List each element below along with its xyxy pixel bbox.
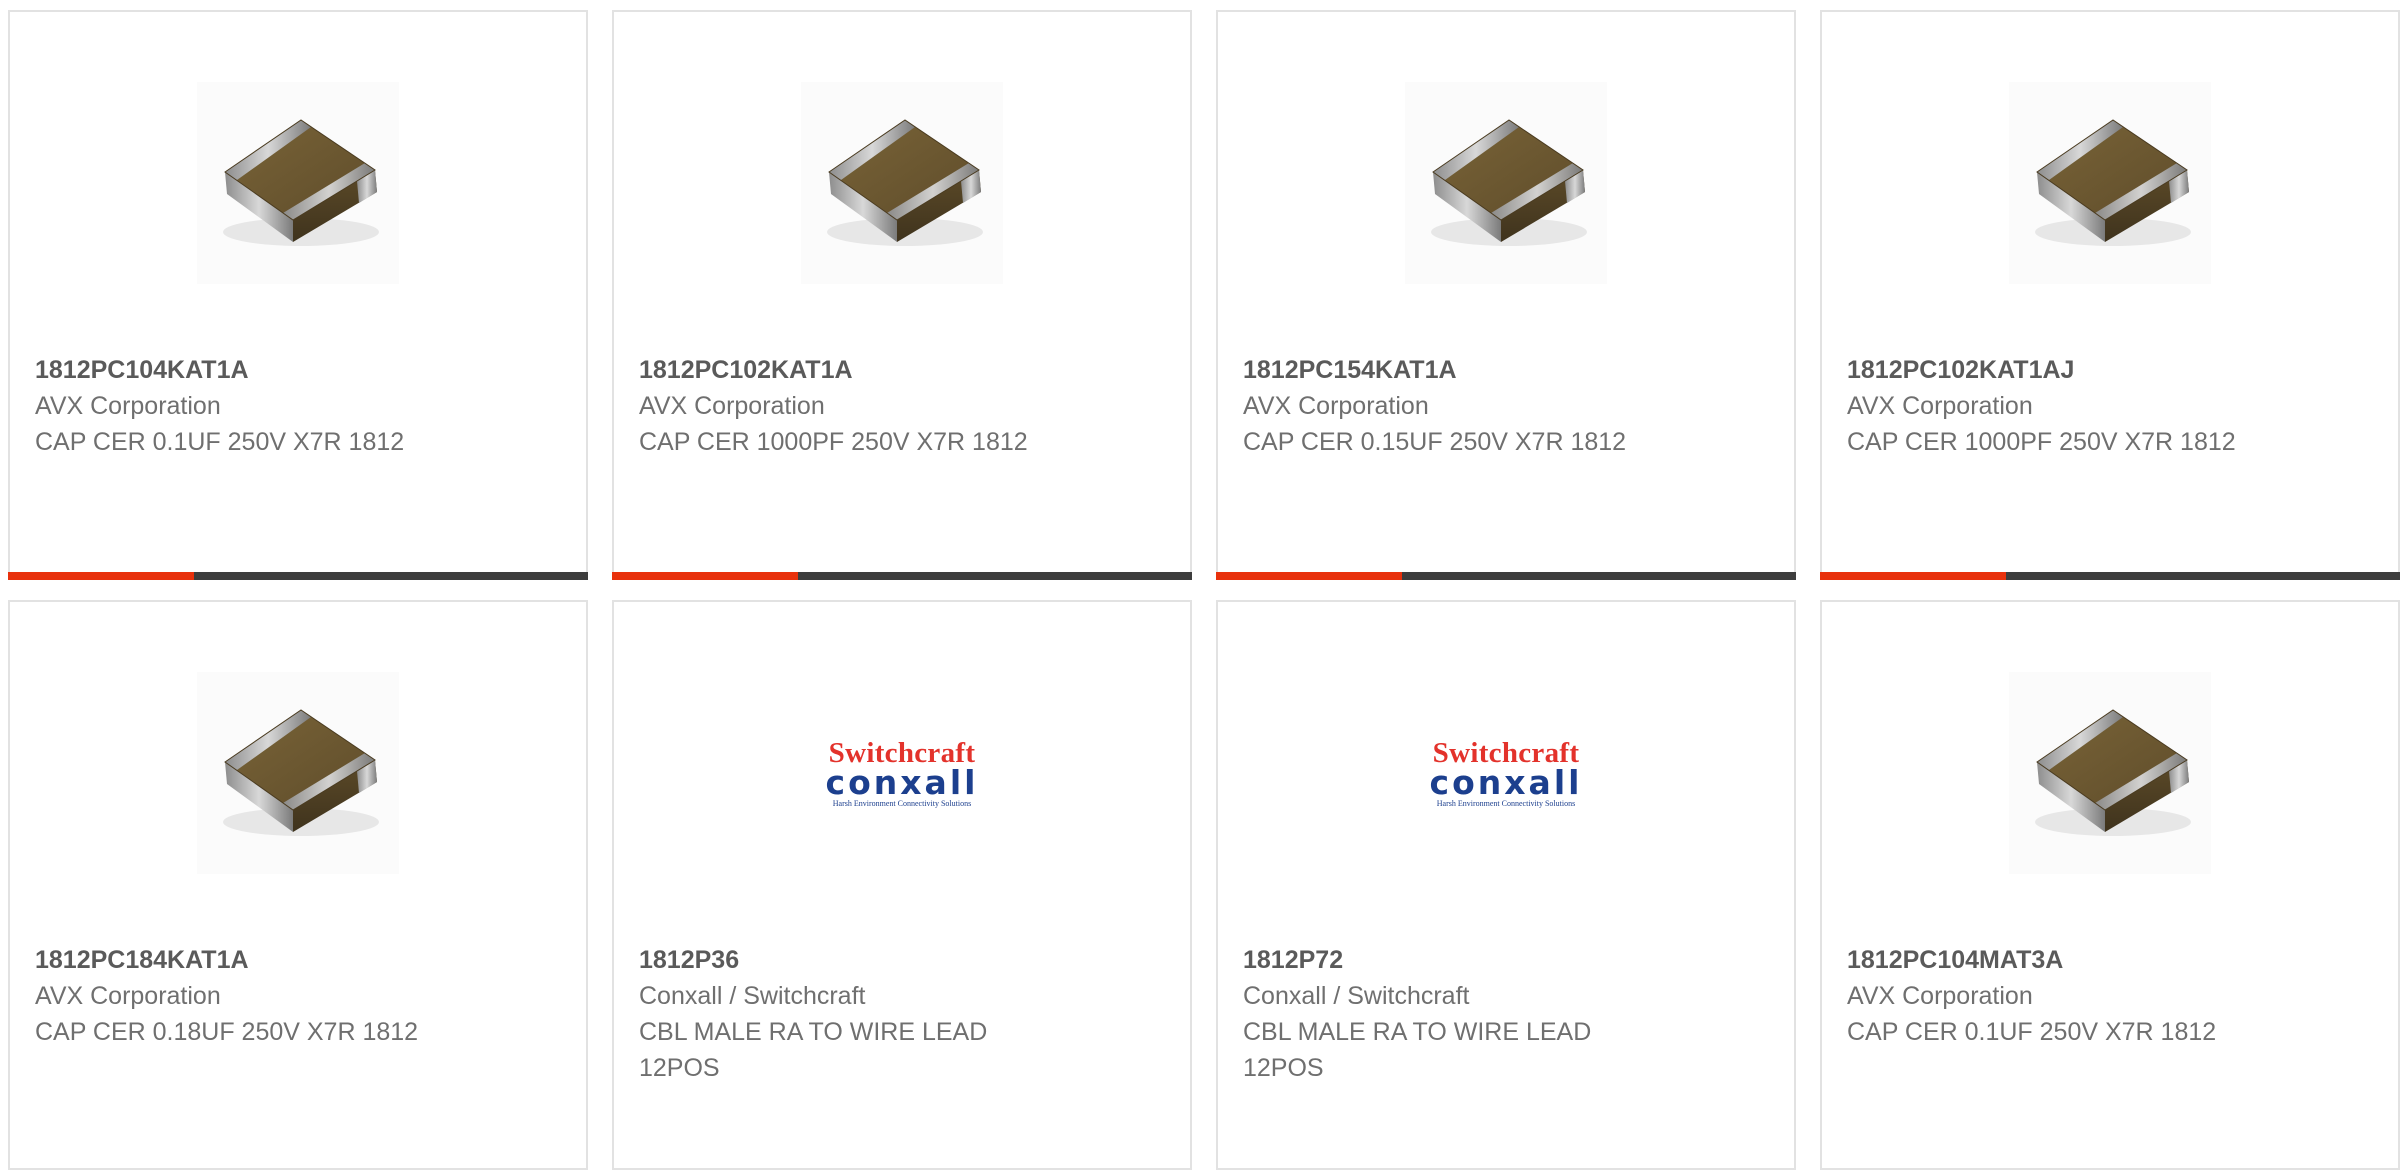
progress-fill (8, 572, 194, 580)
manufacturer: AVX Corporation (35, 392, 221, 420)
part-number[interactable]: 1812PC102KAT1AJ (1847, 352, 2267, 388)
switchcraft-conxall-logo: Switchcraft conxall Harsh Environment Co… (1405, 672, 1607, 874)
manufacturer: AVX Corporation (1847, 982, 2033, 1010)
part-number[interactable]: 1812PC184KAT1A (35, 942, 455, 978)
manufacturer: AVX Corporation (1243, 392, 1429, 420)
manufacturer: Conxall / Switchcraft (639, 982, 866, 1010)
part-number[interactable]: 1812PC104KAT1A (35, 352, 455, 388)
ceramic-capacitor-image (1405, 82, 1607, 284)
product-card[interactable]: 1812PC104MAT3A AVX Corporation CAP CER 0… (1820, 600, 2400, 1170)
progress-bar (1216, 572, 1796, 580)
product-card[interactable]: 1812PC104KAT1A AVX Corporation CAP CER 0… (8, 10, 588, 580)
manufacturer: AVX Corporation (35, 982, 221, 1010)
ceramic-capacitor-image (197, 82, 399, 284)
manufacturer: Conxall / Switchcraft (1243, 982, 1470, 1010)
progress-bar (612, 572, 1192, 580)
description: CBL MALE RA TO WIRE LEAD 12POS (639, 1018, 988, 1082)
product-card[interactable]: 1812PC102KAT1A AVX Corporation CAP CER 1… (612, 10, 1192, 580)
product-card[interactable]: 1812PC102KAT1AJ AVX Corporation CAP CER … (1820, 10, 2400, 580)
description: CAP CER 1000PF 250V X7R 1812 (639, 428, 1028, 456)
progress-fill (1820, 572, 2006, 580)
product-card[interactable]: Switchcraft conxall Harsh Environment Co… (1216, 600, 1796, 1170)
description: CAP CER 0.1UF 250V X7R 1812 (35, 428, 405, 456)
ceramic-capacitor-image (2009, 82, 2211, 284)
product-card[interactable]: 1812PC154KAT1A AVX Corporation CAP CER 0… (1216, 10, 1796, 580)
manufacturer: AVX Corporation (1847, 392, 2033, 420)
description: CAP CER 0.1UF 250V X7R 1812 (1847, 1018, 2217, 1046)
description: CAP CER 0.18UF 250V X7R 1812 (35, 1018, 419, 1046)
progress-bar (8, 572, 588, 580)
product-card[interactable]: Switchcraft conxall Harsh Environment Co… (612, 600, 1192, 1170)
product-card[interactable]: 1812PC184KAT1A AVX Corporation CAP CER 0… (8, 600, 588, 1170)
description: CAP CER 1000PF 250V X7R 1812 (1847, 428, 2236, 456)
ceramic-capacitor-image (197, 672, 399, 874)
progress-bar (1820, 572, 2400, 580)
logo-line-conxall: conxall (825, 762, 979, 802)
product-grid: 1812PC104KAT1A AVX Corporation CAP CER 0… (8, 10, 2400, 1170)
progress-fill (612, 572, 798, 580)
description: CAP CER 0.15UF 250V X7R 1812 (1243, 428, 1627, 456)
part-number[interactable]: 1812P36 (639, 942, 1059, 978)
part-number[interactable]: 1812PC102KAT1A (639, 352, 1059, 388)
part-number[interactable]: 1812PC104MAT3A (1847, 942, 2267, 978)
manufacturer: AVX Corporation (639, 392, 825, 420)
part-number[interactable]: 1812P72 (1243, 942, 1663, 978)
switchcraft-conxall-logo: Switchcraft conxall Harsh Environment Co… (801, 672, 1003, 874)
ceramic-capacitor-image (801, 82, 1003, 284)
description: CBL MALE RA TO WIRE LEAD 12POS (1243, 1018, 1592, 1082)
ceramic-capacitor-image (2009, 672, 2211, 874)
logo-line-conxall: conxall (1429, 762, 1583, 802)
progress-fill (1216, 572, 1402, 580)
part-number[interactable]: 1812PC154KAT1A (1243, 352, 1663, 388)
